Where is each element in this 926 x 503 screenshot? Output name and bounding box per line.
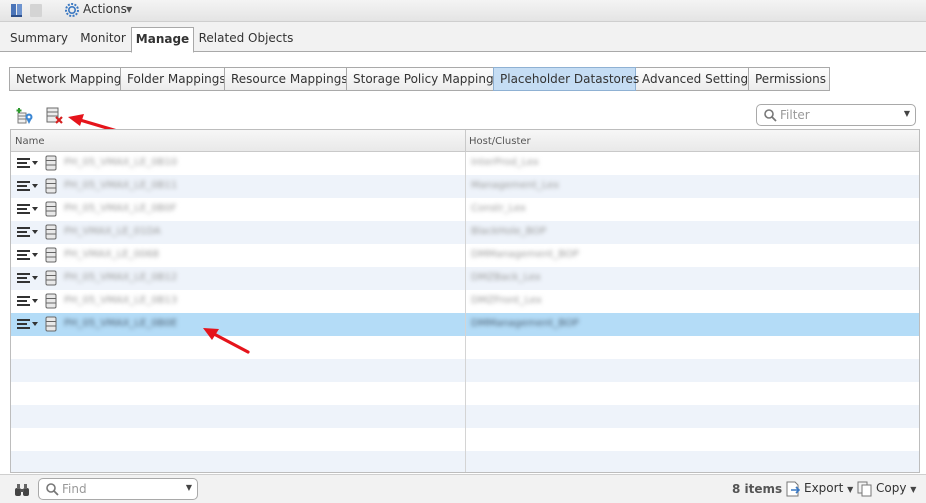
host-cluster-name: Constr_Lex (471, 203, 526, 214)
datastore-icon (45, 293, 57, 309)
subtab-resource-mappings[interactable]: Resource Mappings (224, 67, 348, 91)
host-cluster-name: DMZFront_Lex (471, 295, 542, 306)
subtab-storage-policy-mappings[interactable]: Storage Policy Mappings (346, 67, 500, 91)
chevron-down-icon[interactable]: ▼ (186, 483, 192, 492)
copy-label: Copy (876, 481, 907, 495)
tab-related-objects[interactable]: Related Objects (196, 27, 296, 52)
column-divider (465, 152, 466, 472)
find-input[interactable]: Find ▼ (38, 478, 198, 500)
host-cluster-name: InterProd_Lex (471, 157, 539, 168)
datastore-icon (45, 155, 57, 171)
chevron-down-icon: ▼ (910, 485, 917, 494)
binoculars-icon[interactable] (14, 483, 30, 497)
row-actions-menu-icon[interactable] (17, 180, 39, 192)
subtab-folder-mappings[interactable]: Folder Mappings (120, 67, 226, 91)
row-actions-menu-icon[interactable] (17, 318, 39, 330)
search-icon (46, 483, 59, 496)
chevron-down-icon[interactable]: ▼ (126, 5, 132, 14)
datastore-name: PH_05_VMAX_LE_0B11 (64, 180, 178, 191)
filter-input[interactable]: Filter ▼ (756, 104, 916, 126)
vm-list-icon[interactable] (10, 4, 23, 17)
table-header: Name Host/Cluster (11, 130, 919, 152)
row-actions-menu-icon[interactable] (17, 272, 39, 284)
subtab-advanced-settings[interactable]: Advanced Settings (635, 67, 754, 91)
datastore-name: PH_VMAX_LE_0068 (64, 249, 160, 260)
subtab-permissions[interactable]: Permissions (748, 67, 830, 91)
remove-datastore-icon[interactable] (46, 107, 64, 125)
host-cluster-name: BlackHole_BOP (471, 226, 547, 237)
datastore-name: PH_05_VMAX_LE_0B13 (64, 295, 178, 306)
row-actions-menu-icon[interactable] (17, 295, 39, 307)
search-icon (764, 109, 777, 122)
column-header-host-cluster[interactable]: Host/Cluster (469, 136, 531, 147)
host-cluster-name: DMManagement_BOP (471, 318, 579, 329)
top-toolbar: Actions ▼ (0, 0, 926, 22)
host-cluster-name: Management_Lex (471, 180, 560, 191)
filter-placeholder: Filter (780, 108, 810, 122)
main-tabs: Summary Monitor Manage Related Objects (0, 22, 926, 53)
host-cluster-name: DMManagement_BOP (471, 249, 579, 260)
add-datastore-icon[interactable] (16, 107, 34, 125)
row-actions-menu-icon[interactable] (17, 226, 39, 238)
host-cluster-name: DMZBack_Lex (471, 272, 541, 283)
row-actions-menu-icon[interactable] (17, 203, 39, 215)
subtab-network-mappings[interactable]: Network Mappings (9, 67, 128, 91)
datastore-name: PH_05_VMAX_LE_0B10 (64, 157, 178, 168)
disabled-toolbar-icon (30, 4, 42, 17)
datastore-name: PH_05_VMAX_LE_0B0F (64, 203, 177, 214)
chevron-down-icon[interactable]: ▼ (904, 109, 910, 118)
items-count: 8 items (732, 482, 783, 496)
row-actions-menu-icon[interactable] (17, 249, 39, 261)
datastore-icon (45, 247, 57, 263)
export-label: Export (804, 481, 844, 495)
gear-icon[interactable] (64, 2, 80, 18)
datastore-icon (45, 201, 57, 217)
copy-icon (857, 481, 872, 497)
datastore-icon (45, 270, 57, 286)
subtab-placeholder-datastores[interactable]: Placeholder Datastores (493, 67, 639, 91)
datastore-name: PH_05_VMAX_LE_0B0E (64, 318, 178, 329)
placeholder-datastores-table: Name Host/Cluster PH_05_VMAX_LE_0B10 Inte… (10, 129, 920, 473)
table-footer: Find ▼ 8 items Export ▼ Copy ▼ (0, 474, 926, 503)
datastore-icon (45, 178, 57, 194)
manage-sub-tabs: Network Mappings Folder Mappings Resourc… (9, 67, 830, 91)
tab-monitor[interactable]: Monitor (76, 27, 130, 52)
vsphere-manage-panel: Actions ▼ Summary Monitor Manage Related… (0, 0, 926, 503)
column-divider[interactable] (465, 130, 466, 152)
tab-manage[interactable]: Manage (131, 27, 194, 53)
datastore-icon (45, 316, 57, 332)
column-header-name[interactable]: Name (15, 136, 45, 147)
datastore-name: PH_VMAX_LE_01DA (64, 226, 161, 237)
datastore-icon (45, 224, 57, 240)
actions-menu[interactable]: Actions (83, 2, 127, 16)
row-actions-menu-icon[interactable] (17, 157, 39, 169)
chevron-down-icon: ▼ (847, 485, 854, 494)
export-icon (786, 481, 801, 497)
tab-summary[interactable]: Summary (6, 27, 72, 52)
datastore-name: PH_05_VMAX_LE_0B12 (64, 272, 178, 283)
find-placeholder: Find (62, 482, 87, 496)
